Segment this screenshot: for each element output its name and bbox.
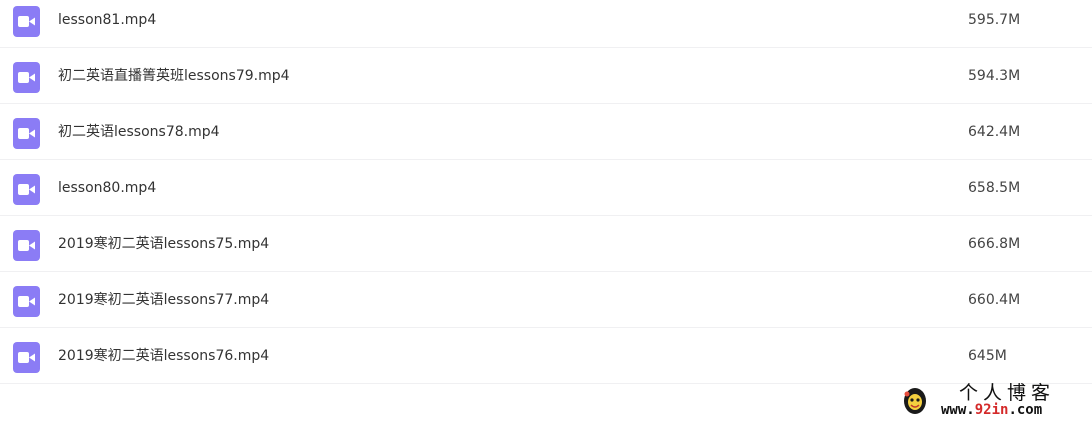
file-name[interactable]: 2019寒初二英语lessons75.mp4 xyxy=(58,235,269,253)
file-name[interactable]: lesson80.mp4 xyxy=(58,179,156,197)
file-list: lesson81.mp4 595.7M 初二英语直播箐英班lessons79.m… xyxy=(0,0,1092,384)
file-row[interactable]: 初二英语lessons78.mp4 642.4M xyxy=(0,104,1092,160)
video-file-icon xyxy=(13,230,40,261)
file-size: 595.7M xyxy=(968,12,1021,28)
video-file-icon xyxy=(13,118,40,149)
file-size: 645M xyxy=(968,348,1007,364)
file-size: 660.4M xyxy=(968,292,1021,308)
file-size: 642.4M xyxy=(968,124,1021,140)
file-row[interactable]: lesson80.mp4 658.5M xyxy=(0,160,1092,216)
video-file-icon xyxy=(13,286,40,317)
file-row[interactable]: 2019寒初二英语lessons77.mp4 660.4M xyxy=(0,272,1092,328)
video-file-icon xyxy=(13,62,40,93)
file-size: 658.5M xyxy=(968,180,1021,196)
file-name[interactable]: 2019寒初二英语lessons76.mp4 xyxy=(58,347,269,365)
file-size: 594.3M xyxy=(968,68,1021,84)
file-name[interactable]: 初二英语直播箐英班lessons79.mp4 xyxy=(58,67,290,85)
watermark-url-suffix: .com xyxy=(1008,402,1043,418)
file-row[interactable]: lesson81.mp4 595.7M xyxy=(0,0,1092,48)
video-file-icon xyxy=(13,174,40,205)
file-row[interactable]: 2019寒初二英语lessons75.mp4 666.8M xyxy=(0,216,1092,272)
file-size: 666.8M xyxy=(968,236,1021,252)
file-row[interactable]: 2019寒初二英语lessons76.mp4 645M xyxy=(0,328,1092,384)
video-file-icon xyxy=(13,342,40,373)
file-name[interactable]: lesson81.mp4 xyxy=(58,11,156,29)
file-name[interactable]: 初二英语lessons78.mp4 xyxy=(58,123,220,141)
watermark-url: www.92in.com xyxy=(941,402,1042,418)
mascot-logo-icon xyxy=(902,386,928,416)
video-file-icon xyxy=(13,6,40,37)
file-name[interactable]: 2019寒初二英语lessons77.mp4 xyxy=(58,291,269,309)
watermark-url-prefix: www. xyxy=(941,402,975,418)
watermark: 个人博客 www.92in.com xyxy=(897,382,1087,420)
watermark-url-highlight: 92in xyxy=(974,402,1009,418)
watermark-title: 个人博客 xyxy=(959,382,1056,404)
file-row[interactable]: 初二英语直播箐英班lessons79.mp4 594.3M xyxy=(0,48,1092,104)
